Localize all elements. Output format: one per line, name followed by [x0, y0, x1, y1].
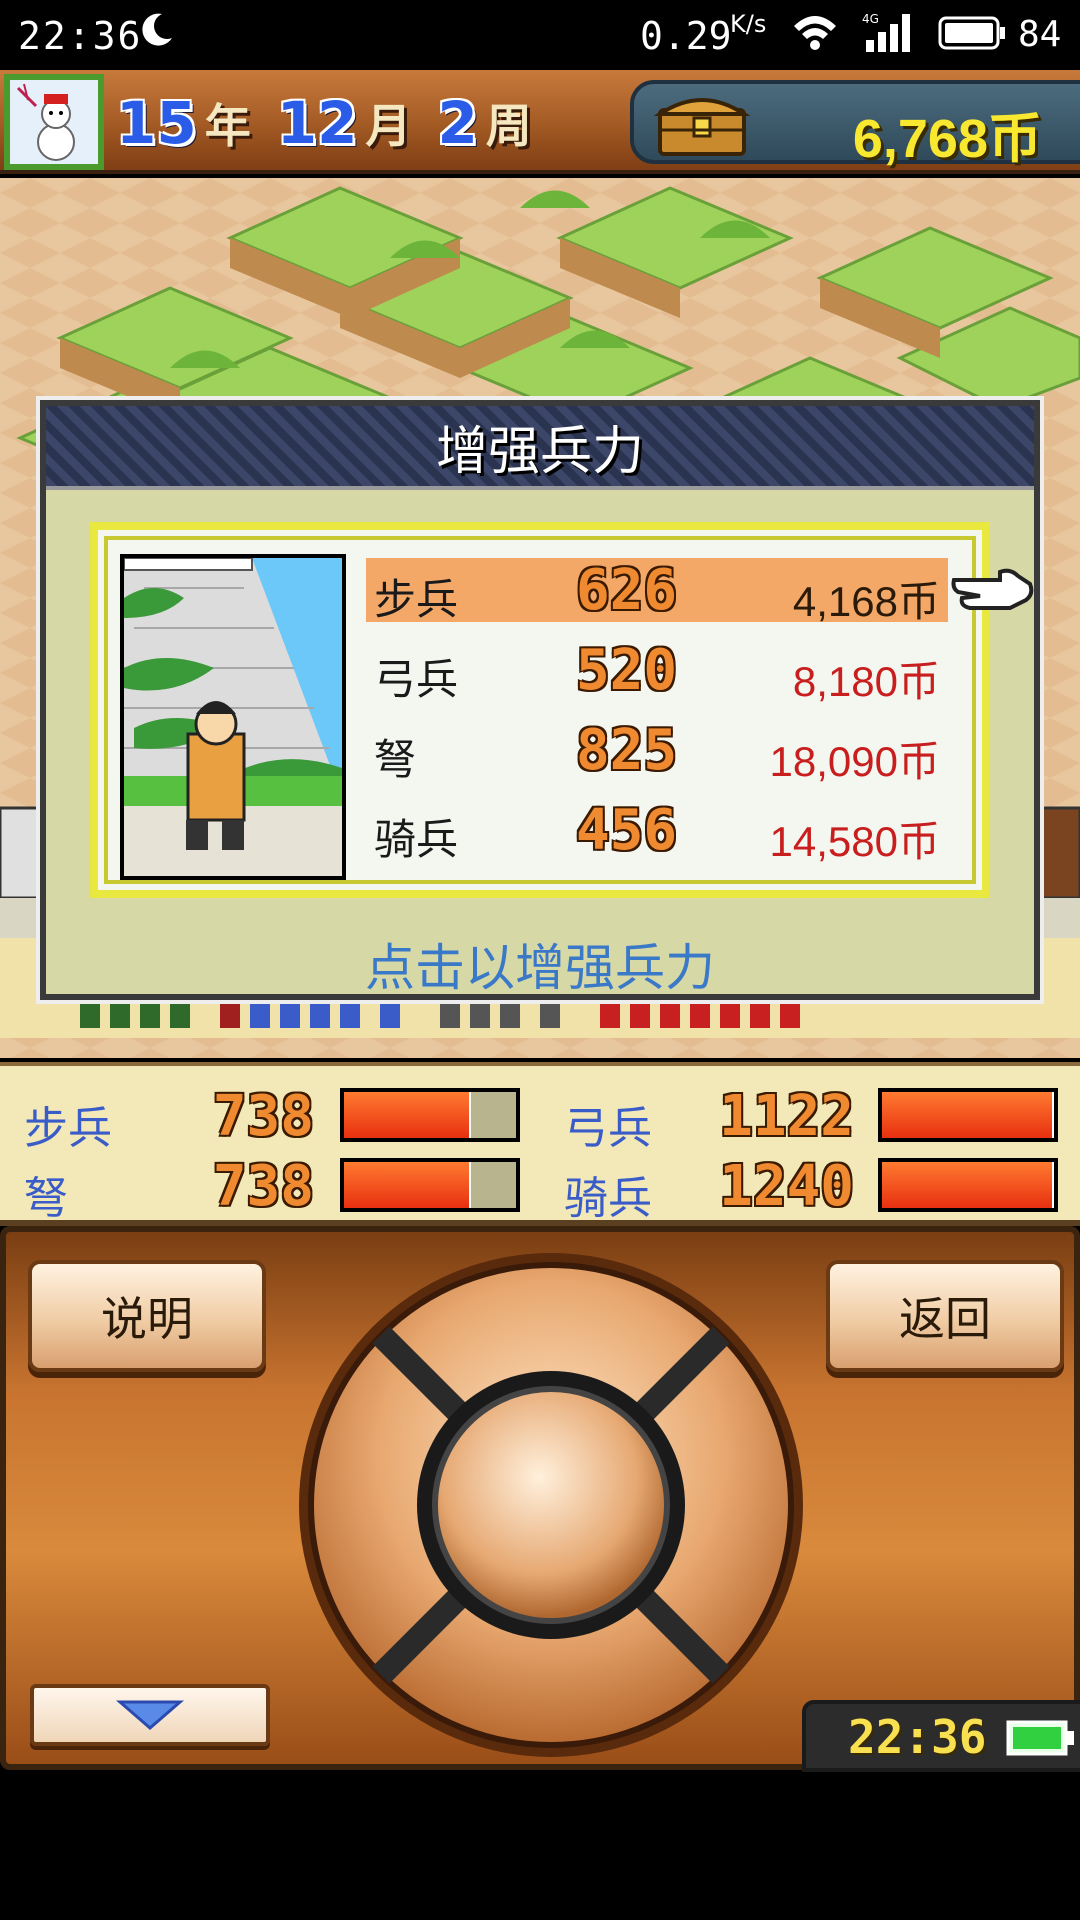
stat-infantry: 步兵 738	[24, 1084, 314, 1154]
stat-value: 1122	[719, 1084, 854, 1149]
battery-icon	[1006, 1720, 1074, 1756]
week-value: 2	[437, 89, 478, 157]
year-value: 15	[116, 89, 197, 157]
scroll-down-button[interactable]	[30, 1684, 270, 1746]
unit-count: 520	[576, 638, 678, 703]
cavalry-bar	[878, 1158, 1058, 1212]
army-stats-panel: 步兵 738 弓兵 1122 弩 738 骑兵 1240	[0, 1062, 1080, 1226]
stat-value: 1240	[719, 1154, 854, 1219]
pointing-hand-icon	[951, 568, 1034, 610]
back-button[interactable]: 返回	[826, 1260, 1064, 1372]
stat-value: 738	[212, 1154, 314, 1219]
unit-row-infantry[interactable]: 步兵 626 4,168币	[366, 558, 948, 625]
month-value: 12	[276, 89, 358, 157]
stat-label: 骑兵	[564, 1173, 652, 1224]
game-date: 15 年 12 月 2 周	[116, 88, 550, 158]
battery-icon	[938, 16, 1005, 50]
coin-amount: 6,768币	[852, 109, 1042, 169]
unit-count: 626	[576, 558, 678, 623]
clock-time: 22:36	[848, 1710, 987, 1764]
treasure-chest-icon	[654, 98, 750, 156]
infantry-bar	[340, 1088, 520, 1142]
unit-count: 825	[576, 718, 678, 783]
network-speed: 0.29	[640, 14, 732, 58]
crossbow-bar	[340, 1158, 520, 1212]
game-clock: 22:36	[802, 1700, 1080, 1772]
game-top-bar: 15 年 12 月 2 周 6,768币	[0, 70, 1080, 174]
battery-level: 84	[1018, 14, 1062, 55]
stat-label: 弓兵	[564, 1103, 652, 1154]
moon-icon	[142, 13, 172, 46]
reinforce-dialog: 增强兵力 步兵 626 4,168币 弓兵 520 8,180币 弩 825 1…	[40, 400, 1040, 1000]
help-button[interactable]: 说明	[28, 1260, 266, 1372]
unit-cost: 8,180币	[792, 658, 940, 705]
stat-label: 步兵	[24, 1103, 112, 1154]
stat-label: 弩	[24, 1173, 68, 1224]
dpad[interactable]	[296, 1250, 806, 1760]
status-bar: 22:36 0.29 K/s 4G 84	[0, 0, 1080, 70]
svg-text:4G: 4G	[862, 12, 879, 26]
stat-cavalry: 骑兵 1240	[564, 1154, 854, 1224]
signal-icon: 4G	[862, 12, 910, 52]
triangle-down-icon	[115, 1700, 185, 1730]
unit-name: 骑兵	[374, 815, 459, 864]
snowman-avatar-icon[interactable]	[4, 74, 104, 170]
unit-cost: 18,090币	[769, 738, 940, 785]
unit-name: 弓兵	[374, 655, 459, 704]
month-unit: 月	[365, 99, 412, 153]
unit-cost: 4,168币	[792, 578, 940, 625]
stat-value: 738	[212, 1084, 314, 1149]
dialog-header: 增强兵力	[46, 406, 1034, 490]
stat-archer: 弓兵 1122	[564, 1084, 854, 1154]
stat-crossbow: 弩 738	[24, 1154, 314, 1224]
wifi-icon	[794, 16, 836, 50]
network-speed-unit: K/s	[730, 10, 767, 38]
controller-panel: 说明 返回 22:36	[0, 1226, 1080, 1772]
unit-count: 456	[576, 798, 678, 863]
dialog-title: 增强兵力	[435, 421, 644, 482]
year-unit: 年	[204, 99, 251, 153]
archer-bar	[878, 1088, 1058, 1142]
unit-name: 步兵	[374, 575, 459, 624]
commander-portrait	[120, 554, 346, 880]
coin-display: 6,768币	[630, 80, 1080, 169]
dialog-hint: 点击以增强兵力	[365, 939, 715, 997]
unit-cost: 14,580币	[769, 818, 940, 865]
unit-name: 弩	[374, 735, 417, 784]
status-time: 22:36	[18, 14, 143, 58]
unit-row-archer[interactable]: 弓兵 520 8,180币	[366, 638, 948, 705]
unit-row-crossbow[interactable]: 弩 825 18,090币	[366, 718, 948, 785]
week-unit: 周	[485, 99, 532, 153]
unit-row-cavalry[interactable]: 骑兵 456 14,580币	[366, 798, 948, 865]
unit-list-panel: 步兵 626 4,168币 弓兵 520 8,180币 弩 825 18,090…	[90, 522, 990, 898]
